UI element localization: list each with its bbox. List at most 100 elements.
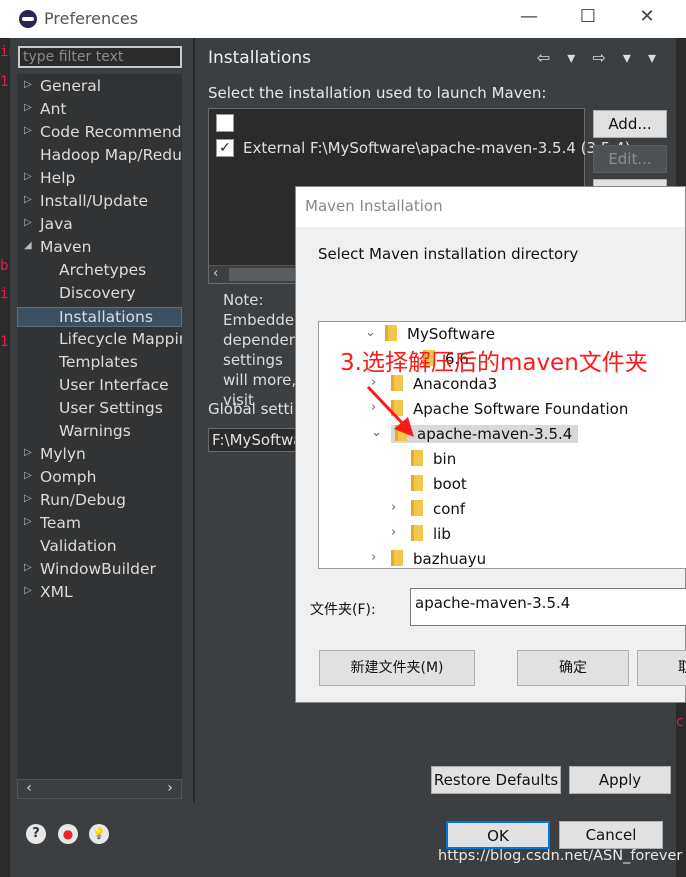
- scroll-thumb[interactable]: [229, 268, 299, 281]
- tree-item-label: Oomph: [40, 468, 97, 486]
- folder-node-label: conf: [433, 500, 466, 518]
- restore-defaults-button[interactable]: Restore Defaults: [431, 766, 561, 794]
- folder-icon: [385, 325, 397, 341]
- chevron-down-icon[interactable]: ⌄: [365, 325, 376, 340]
- tree-item[interactable]: ▷ Java: [24, 215, 73, 233]
- tree-item[interactable]: ▷ Help: [24, 169, 76, 187]
- tree-horizontal-scrollbar[interactable]: ‹ ›: [17, 779, 182, 799]
- folder-label: 文件夹(F):: [310, 602, 376, 618]
- embedded-note: Note: Embedded dependencies settings wil…: [223, 291, 328, 409]
- tree-item-label: User Settings: [59, 399, 163, 417]
- folder-icon: [411, 500, 423, 516]
- chevron-right-icon[interactable]: ›: [391, 525, 396, 540]
- scroll-right-icon[interactable]: ›: [161, 780, 179, 796]
- tree-item[interactable]: Lifecycle Mappings: [59, 330, 182, 348]
- tree-item[interactable]: ▷ Team: [24, 514, 81, 532]
- minimize-button[interactable]: —: [514, 6, 544, 27]
- collapsed-arrow-icon[interactable]: ▷: [24, 585, 32, 596]
- chevron-right-icon[interactable]: ›: [371, 550, 376, 565]
- chevron-right-icon[interactable]: ›: [391, 500, 396, 515]
- tree-item[interactable]: Templates: [59, 353, 138, 371]
- edit-button[interactable]: Edit...: [593, 145, 667, 173]
- folder-node[interactable]: › lib: [391, 525, 451, 543]
- tree-item[interactable]: ▷ WindowBuilder: [24, 560, 156, 578]
- tree-item[interactable]: Hadoop Map/Reduce: [40, 146, 182, 164]
- folder-input[interactable]: apache-maven-3.5.4: [410, 588, 686, 626]
- tree-item[interactable]: ▷ XML: [24, 583, 73, 601]
- tree-item[interactable]: ▷ Code Recommenders: [24, 123, 182, 141]
- tree-item[interactable]: User Settings: [59, 399, 163, 417]
- bg-glyph: c: [676, 714, 684, 730]
- folder-node[interactable]: ⌄ MySoftware: [365, 325, 495, 343]
- folder-node[interactable]: › Apache Software Foundation: [371, 400, 628, 418]
- history-nav-arrows[interactable]: ⇦ ▾ ⇨ ▾ ▾: [537, 48, 662, 67]
- new-folder-button[interactable]: 新建文件夹(M): [319, 650, 475, 686]
- tree-item-label: Help: [40, 169, 76, 187]
- collapsed-arrow-icon[interactable]: ▷: [24, 470, 32, 481]
- dialog-footer: ? ● 💡 OK Cancel: [10, 803, 676, 877]
- tips-icon[interactable]: 💡: [89, 824, 109, 844]
- collapsed-arrow-icon[interactable]: ▷: [24, 217, 32, 228]
- collapsed-arrow-icon[interactable]: ▷: [24, 171, 32, 182]
- ok-button[interactable]: OK: [446, 821, 550, 849]
- tree-item-label: Installations: [59, 308, 153, 326]
- collapsed-arrow-icon[interactable]: ▷: [24, 447, 32, 458]
- collapsed-arrow-icon[interactable]: ▷: [24, 79, 32, 90]
- collapsed-arrow-icon[interactable]: ▷: [24, 516, 32, 527]
- installation-checkbox-empty[interactable]: [216, 114, 234, 132]
- tree-item-label: Validation: [40, 537, 117, 555]
- collapsed-arrow-icon[interactable]: ▷: [24, 102, 32, 113]
- tree-item[interactable]: ▷ Ant: [24, 100, 67, 118]
- annotation-arrow-icon: [366, 385, 414, 437]
- tree-item[interactable]: User Interface: [59, 376, 169, 394]
- folder-icon: [411, 450, 423, 466]
- tree-item-label: Mylyn: [40, 445, 86, 463]
- tree-item[interactable]: ▷ Oomph: [24, 468, 97, 486]
- record-icon[interactable]: ●: [58, 824, 78, 844]
- title-bar: Preferences — ☐ ✕: [0, 0, 686, 38]
- help-icon[interactable]: ?: [26, 824, 46, 844]
- filter-input[interactable]: type filter text: [18, 46, 182, 68]
- maximize-button[interactable]: ☐: [573, 6, 603, 27]
- folder-node[interactable]: bin: [411, 450, 456, 468]
- tree-item[interactable]: ▷ Install/Update: [24, 192, 148, 210]
- apply-button[interactable]: Apply: [569, 766, 671, 794]
- tree-item[interactable]: Discovery: [59, 284, 136, 302]
- folder-node-label: apache-maven-3.5.4: [417, 425, 573, 443]
- tree-item[interactable]: Archetypes: [59, 261, 146, 279]
- collapsed-arrow-icon[interactable]: ▷: [24, 194, 32, 205]
- collapsed-arrow-icon[interactable]: ▷: [24, 562, 32, 573]
- collapsed-arrow-icon[interactable]: ▷: [24, 493, 32, 504]
- installation-checkbox-checked[interactable]: ✓: [216, 139, 234, 157]
- tree-item[interactable]: Installations: [17, 307, 182, 327]
- add-button[interactable]: Add...: [593, 110, 667, 138]
- dialog-cancel-button[interactable]: 取: [637, 650, 686, 686]
- tree-item[interactable]: ◢ Maven: [24, 238, 91, 256]
- tree-item-label: XML: [40, 583, 73, 601]
- close-button[interactable]: ✕: [632, 6, 662, 27]
- collapsed-arrow-icon[interactable]: ▷: [24, 125, 32, 136]
- bg-glyph: 1: [0, 334, 9, 350]
- scroll-left-icon[interactable]: ‹: [213, 266, 218, 281]
- cancel-button[interactable]: Cancel: [559, 821, 663, 849]
- expanded-arrow-icon[interactable]: ◢: [24, 240, 32, 251]
- tree-item[interactable]: ▷ General: [24, 77, 102, 95]
- confirm-button[interactable]: 确定: [517, 650, 629, 686]
- tree-item-label: Warnings: [59, 422, 131, 440]
- tree-item[interactable]: Validation: [40, 537, 117, 555]
- folder-node-label: MySoftware: [407, 325, 495, 343]
- tree-item-label: User Interface: [59, 376, 169, 394]
- dialog-subtitle: Select Maven installation directory: [318, 245, 579, 263]
- tree-item[interactable]: ▷ Run/Debug: [24, 491, 126, 509]
- tree-item[interactable]: ▷ Mylyn: [24, 445, 86, 463]
- installation-row[interactable]: External F:\MySoftware\apache-maven-3.5.…: [243, 139, 631, 157]
- folder-node[interactable]: › conf: [391, 500, 466, 518]
- folder-node[interactable]: boot: [411, 475, 467, 493]
- global-settings-input[interactable]: F:\MySoftware: [208, 428, 308, 452]
- tree-item[interactable]: Warnings: [59, 422, 131, 440]
- scroll-left-icon[interactable]: ‹: [20, 780, 38, 796]
- dialog-title: Maven Installation: [296, 187, 685, 227]
- folder-node[interactable]: › bazhuayu: [371, 550, 486, 568]
- tree-item-label: Archetypes: [59, 261, 147, 279]
- tree-item-label: General: [40, 77, 102, 95]
